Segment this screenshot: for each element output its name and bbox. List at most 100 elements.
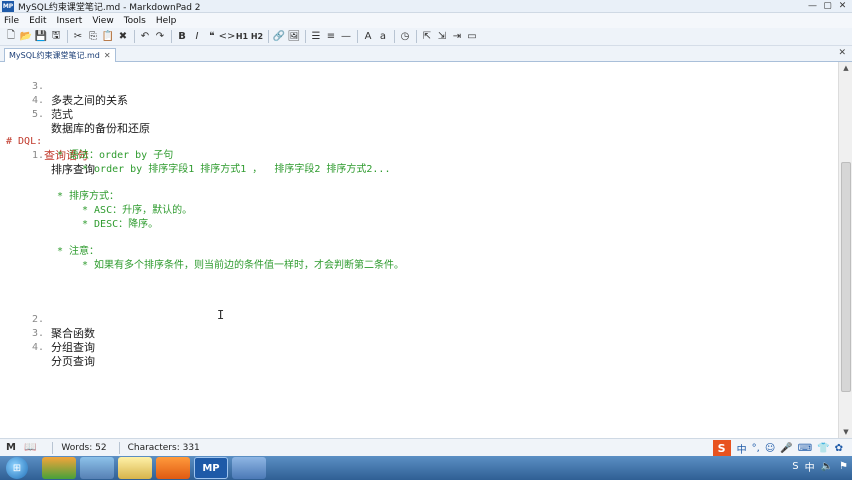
quote-icon[interactable]: ❝ (205, 30, 219, 44)
menu-bar: File Edit Insert View Tools Help (0, 13, 852, 28)
numbered-list-icon[interactable]: ≡ (324, 30, 338, 44)
open-folder-icon[interactable]: 📂 (19, 30, 33, 44)
maximize-button[interactable]: ▢ (820, 0, 835, 12)
status-separator (52, 441, 54, 454)
book-icon[interactable]: 📖 (24, 442, 36, 453)
menu-help[interactable]: Help (156, 16, 177, 26)
list-text: 范式 (51, 108, 73, 121)
menu-insert[interactable]: Insert (57, 16, 83, 26)
toolbar-separator (416, 30, 417, 43)
bullet-line: * order by 排序字段1 排序方式1 ， 排序字段2 排序方式2... (82, 164, 391, 175)
list-number: 2. (32, 314, 45, 325)
list-text: 分页查询 (51, 355, 95, 368)
minimize-button[interactable]: — (805, 0, 820, 12)
ime-voice-icon[interactable]: 🎤 (780, 443, 792, 454)
new-file-icon[interactable]: 🗋 (4, 30, 18, 44)
ime-toolbar: S 中 °, ☺ 🎤 ⌨ 👕 ✿ (712, 440, 848, 456)
list-number: 4. (32, 342, 45, 353)
redo-icon[interactable]: ↷ (153, 30, 167, 44)
horizontal-rule-icon[interactable]: — (339, 30, 353, 44)
taskbar-app-tool[interactable] (80, 457, 114, 479)
undo-icon[interactable]: ↶ (138, 30, 152, 44)
ime-chinese-mode[interactable]: 中 (737, 441, 747, 456)
scroll-thumb[interactable] (841, 162, 851, 392)
title-bar: MP MySQL约束课堂笔记.md - MarkdownPad 2 — ▢ ✕ (0, 0, 852, 13)
image-icon[interactable]: 🖼 (287, 30, 301, 44)
split-view-icon[interactable]: ▭ (465, 30, 479, 44)
save-all-icon[interactable]: 🖫 (49, 30, 63, 44)
list-item: 5. 数据库的备份和还原 (0, 94, 150, 135)
cut-icon[interactable]: ✂ (71, 30, 85, 44)
tab-bar: MySQL约束课堂笔记.md ✕ ✕ (0, 46, 852, 62)
vertical-scrollbar[interactable]: ▲ ▼ (838, 62, 852, 438)
taskbar-app-explorer[interactable] (118, 457, 152, 479)
bold-icon[interactable]: B (175, 30, 189, 44)
menu-tools[interactable]: Tools (124, 16, 146, 26)
ime-emoji-icon[interactable]: ☺ (765, 443, 775, 454)
link-icon[interactable]: 🔗 (272, 30, 286, 44)
font-larger-icon[interactable]: A (361, 30, 375, 44)
scroll-up-icon[interactable]: ▲ (839, 62, 852, 74)
tab-close-icon[interactable]: ✕ (104, 51, 111, 60)
text-cursor-icon: I (217, 308, 225, 322)
ime-tools-icon[interactable]: ✿ (835, 443, 843, 454)
menu-file[interactable]: File (4, 16, 19, 26)
scroll-down-icon[interactable]: ▼ (839, 426, 852, 438)
save-icon[interactable]: 💾 (34, 30, 48, 44)
heading2-button[interactable]: H2 (250, 30, 264, 44)
bullet-line: * 排序方式： (57, 191, 120, 202)
export-icon[interactable]: ⇥ (450, 30, 464, 44)
list-item: 4. 分页查询 (0, 327, 95, 368)
preview-browser-icon[interactable]: ⇲ (435, 30, 449, 44)
close-button[interactable]: ✕ (835, 0, 850, 12)
status-separator (118, 441, 120, 454)
heading1-button[interactable]: H1 (235, 30, 249, 44)
tray-volume-icon[interactable]: 🔈 (821, 461, 833, 472)
bullet-line: * 如果有多个排序条件，则当前边的条件值一样时，才会判断第二条件。 (82, 260, 405, 271)
bullet-line: * 注意： (57, 246, 100, 257)
taskbar-app-pdf[interactable] (156, 457, 190, 479)
toolbar: 🗋 📂 💾 🖫 ✂ ⎘ 📋 ✖ ↶ ↷ B I ❝ <> H1 H2 🔗 🖼 ☰… (0, 28, 852, 46)
list-item: 3. 多表之间的关系 (0, 66, 128, 107)
taskbar-app-markdownpad[interactable]: MP (194, 457, 228, 479)
list-text: 分组查询 (51, 341, 95, 354)
italic-icon[interactable]: I (190, 30, 204, 44)
markdown-mode-icon[interactable]: M (6, 442, 16, 453)
close-document-icon[interactable]: ✕ (838, 48, 846, 58)
bullet-list-icon[interactable]: ☰ (309, 30, 323, 44)
heading-line: # DQL: 查询语句 (0, 121, 88, 162)
list-number: 3. (32, 328, 45, 339)
timestamp-icon[interactable]: ◷ (398, 30, 412, 44)
bullet-line: * ASC：升序，默认的。 (82, 205, 193, 216)
sogou-ime-icon[interactable]: S (712, 440, 731, 456)
ime-skin-icon[interactable]: 👕 (817, 443, 829, 454)
tray-sogou-icon[interactable]: S (792, 461, 798, 472)
window-title: MySQL约束课堂笔记.md - MarkdownPad 2 (18, 2, 201, 13)
ime-punctuation-icon[interactable]: °, (752, 443, 760, 454)
delete-icon[interactable]: ✖ (116, 30, 130, 44)
list-number: 5. (32, 109, 45, 120)
menu-edit[interactable]: Edit (29, 16, 46, 26)
menu-view[interactable]: View (92, 16, 113, 26)
list-number: 1. (32, 150, 45, 161)
code-icon[interactable]: <> (219, 30, 236, 44)
live-preview-icon[interactable]: ⇱ (420, 30, 434, 44)
copy-icon[interactable]: ⎘ (86, 30, 100, 44)
font-smaller-icon[interactable]: a (376, 30, 390, 44)
toolbar-separator (171, 30, 172, 43)
list-number: 4. (32, 95, 45, 106)
character-count: Characters: 331 (127, 442, 200, 453)
bullet-line: * DESC：降序。 (82, 219, 159, 230)
tray-language-icon[interactable]: 中 (805, 459, 815, 474)
start-button-icon[interactable]: ⊞ (6, 457, 28, 479)
taskbar-app-browser[interactable] (42, 457, 76, 479)
ime-keyboard-icon[interactable]: ⌨ (798, 443, 812, 454)
taskbar-app-mysql[interactable] (232, 457, 266, 479)
paste-icon[interactable]: 📋 (101, 30, 115, 44)
tray-flag-icon[interactable]: ⚑ (839, 461, 848, 472)
editor-area[interactable]: 3. 多表之间的关系 4. 范式 5. 数据库的备份和还原 # DQL: 查询语… (0, 62, 838, 438)
list-text: 多表之间的关系 (51, 94, 128, 107)
toolbar-separator (268, 30, 269, 43)
toolbar-separator (357, 30, 358, 43)
tab-document[interactable]: MySQL约束课堂笔记.md ✕ (4, 48, 116, 62)
